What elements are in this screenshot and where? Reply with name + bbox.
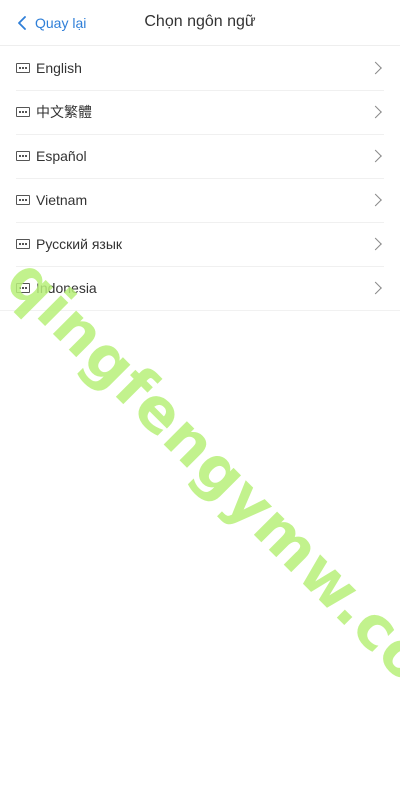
keyboard-icon: [16, 63, 30, 73]
chevron-right-icon: [369, 149, 382, 163]
language-item-english[interactable]: English: [0, 46, 400, 90]
language-label: 中文繁體: [36, 104, 92, 120]
watermark: qingfengymw.com: [0, 245, 400, 742]
language-item-indonesian[interactable]: Indonesia: [0, 266, 400, 310]
keyboard-icon: [16, 151, 30, 161]
keyboard-icon: [16, 195, 30, 205]
language-item-russian[interactable]: Русский язык: [0, 222, 400, 266]
top-nav-bar: Quay lại Chọn ngôn ngữ: [0, 0, 400, 46]
chevron-right-icon: [369, 193, 382, 207]
language-label: Vietnam: [36, 192, 88, 208]
language-label: Indonesia: [36, 280, 97, 296]
language-item-traditional-chinese[interactable]: 中文繁體: [0, 90, 400, 134]
chevron-right-icon: [369, 61, 382, 75]
chevron-right-icon: [369, 105, 382, 119]
keyboard-icon: [16, 239, 30, 249]
keyboard-icon: [16, 283, 30, 293]
page-title: Chọn ngôn ngữ: [144, 13, 256, 30]
language-label: English: [36, 60, 82, 76]
language-label: Русский язык: [36, 236, 123, 252]
language-list: English 中文繁體 Español Vietnam Русский язы…: [0, 46, 400, 311]
chevron-right-icon: [369, 281, 382, 295]
language-label: Español: [36, 148, 87, 164]
keyboard-icon: [16, 107, 30, 117]
chevron-right-icon: [369, 237, 382, 251]
language-item-spanish[interactable]: Español: [0, 134, 400, 178]
language-item-vietnamese[interactable]: Vietnam: [0, 178, 400, 222]
